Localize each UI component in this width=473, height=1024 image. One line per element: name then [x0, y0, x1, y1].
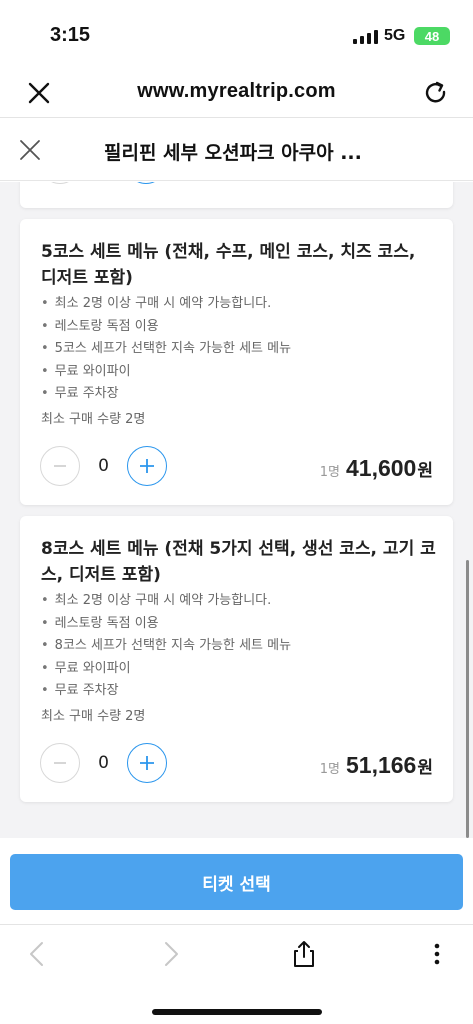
decrease-button[interactable] [40, 182, 80, 184]
feature-item: 무료 주차장 [41, 383, 291, 406]
feature-item: 최소 2명 이상 구매 시 예약 가능합니다. [41, 293, 291, 316]
quantity-stepper[interactable]: 0 [40, 743, 167, 783]
option-name: 8코스 세트 메뉴 (전채 5가지 선택, 생선 코스, 고기 코스, 디저트 … [41, 539, 436, 585]
share-icon[interactable] [289, 939, 319, 969]
signal-icon [353, 30, 378, 44]
feature-list: 최소 2명 이상 구매 시 예약 가능합니다. 레스토랑 독점 이용 8코스 세… [41, 590, 291, 703]
feature-item: 최소 2명 이상 구매 시 예약 가능합니다. [41, 590, 291, 613]
forward-icon[interactable] [156, 939, 186, 969]
feature-item: 무료 와이파이 [41, 361, 291, 384]
option-card: 8코스 세트 메뉴 (전채 5가지 선택, 생선 코스, 고기 코스, 디저트 … [20, 516, 453, 802]
browser-url-bar: www.myrealtrip.com [0, 68, 473, 118]
back-icon[interactable] [22, 939, 52, 969]
url-text[interactable]: www.myrealtrip.com [0, 80, 473, 103]
quantity-stepper[interactable]: 0 [40, 446, 167, 486]
more-icon[interactable] [422, 939, 452, 969]
increase-button[interactable] [127, 446, 167, 486]
option-price: 1명 41,600 원 [320, 455, 433, 482]
quantity-value: 0 [98, 753, 109, 773]
price-per-label: 1명 [319, 762, 340, 777]
feature-item: 5코스 세프가 선택한 지속 가능한 세트 메뉴 [41, 338, 291, 361]
price-currency: 원 [417, 758, 433, 778]
close-icon[interactable] [17, 137, 43, 163]
status-bar: 3:15 5G 48 [0, 0, 473, 68]
action-bar: 티켓 선택 [0, 838, 473, 924]
network-type: 5G [384, 27, 406, 44]
price-per-label: 1명 [319, 465, 340, 480]
option-price: 1명 51,166 원 [320, 752, 433, 779]
reload-icon[interactable] [421, 78, 451, 108]
page-title: 필리핀 세부 오션파크 아쿠아 ... [104, 142, 362, 164]
battery-level: 48 [424, 28, 440, 44]
feature-item: 무료 와이파이 [41, 658, 291, 681]
select-ticket-button[interactable]: 티켓 선택 [10, 854, 463, 910]
options-list[interactable]: 5코스 세트 메뉴 (전채, 수프, 메인 코스, 치즈 코스, 디저트 포함)… [0, 182, 473, 838]
price-amount: 51,166 [346, 752, 417, 778]
min-purchase: 최소 구매 수량 2명 [41, 412, 146, 427]
increase-button[interactable] [127, 743, 167, 783]
feature-item: 레스토랑 독점 이용 [41, 316, 291, 339]
scrollbar[interactable] [466, 560, 469, 838]
price-amount: 41,600 [346, 455, 417, 481]
feature-item: 무료 주차장 [41, 680, 291, 703]
status-time: 3:15 [50, 24, 91, 46]
feature-item: 레스토랑 독점 이용 [41, 613, 291, 636]
page-header: 필리핀 세부 오션파크 아쿠아 ... [0, 119, 473, 181]
min-purchase: 최소 구매 수량 2명 [41, 709, 146, 724]
decrease-button[interactable] [40, 743, 80, 783]
increase-button[interactable] [126, 182, 166, 184]
home-indicator [152, 1009, 322, 1015]
browser-toolbar [0, 924, 473, 1024]
battery-icon: 48 [414, 27, 450, 45]
option-name: 5코스 세트 메뉴 (전채, 수프, 메인 코스, 치즈 코스, 디저트 포함) [41, 242, 416, 288]
option-card: 5코스 세트 메뉴 (전채, 수프, 메인 코스, 치즈 코스, 디저트 포함)… [20, 219, 453, 505]
feature-list: 최소 2명 이상 구매 시 예약 가능합니다. 레스토랑 독점 이용 5코스 세… [41, 293, 291, 406]
price-currency: 원 [417, 461, 433, 481]
decrease-button[interactable] [40, 446, 80, 486]
quantity-value: 0 [98, 456, 109, 476]
feature-item: 8코스 세프가 선택한 지속 가능한 세트 메뉴 [41, 635, 291, 658]
option-card-partial [20, 182, 453, 208]
